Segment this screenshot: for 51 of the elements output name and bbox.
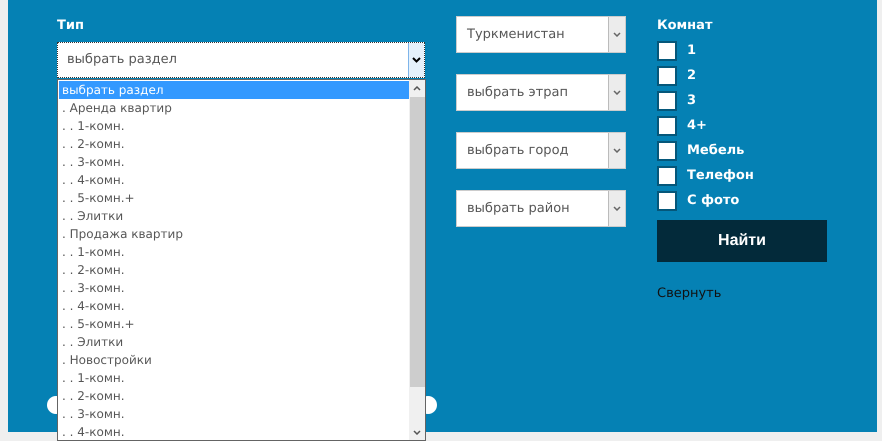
chevron-down-icon[interactable]: [413, 430, 421, 435]
dropdown-option[interactable]: . . 4-комн.: [59, 171, 409, 189]
location-select[interactable]: выбрать этрап: [456, 74, 626, 111]
location-select[interactable]: выбрать город: [456, 132, 626, 169]
checkbox-label: 3: [687, 92, 696, 110]
location-select[interactable]: Туркменистан: [456, 16, 626, 53]
dropdown-option[interactable]: . . 2-комн.: [59, 387, 409, 405]
dropdown-option[interactable]: . Аренда квартир: [59, 99, 409, 117]
dropdown-option[interactable]: . . Элитки: [59, 207, 409, 225]
dropdown-option[interactable]: . . 3-комн.: [59, 279, 409, 297]
location-select[interactable]: выбрать район: [456, 190, 626, 227]
collapse-link[interactable]: Свернуть: [657, 284, 827, 304]
checkbox-label: 2: [687, 66, 696, 85]
checkbox[interactable]: [657, 190, 677, 210]
dropdown-option[interactable]: . . 4-комн.: [59, 297, 409, 315]
checkbox[interactable]: [657, 90, 677, 110]
type-select[interactable]: выбрать раздел: [57, 42, 425, 78]
search-button[interactable]: Найти: [657, 220, 827, 262]
checkbox-label: Телефон: [687, 166, 754, 185]
dropdown-option[interactable]: . . 4-комн.: [59, 423, 409, 441]
dropdown-option[interactable]: . . 5-комн.+: [59, 315, 409, 333]
checkbox-label: 1: [687, 42, 696, 60]
dropdown-option[interactable]: . . 1-комн.: [59, 243, 409, 261]
checkbox-label: 4+: [687, 116, 707, 135]
dropdown-option[interactable]: . . 3-комн.: [59, 405, 409, 423]
checkbox[interactable]: [657, 40, 677, 60]
checkbox-label: Мебель: [687, 142, 744, 160]
checkbox[interactable]: [657, 140, 677, 160]
dropdown-option[interactable]: . . 2-комн.: [59, 135, 409, 153]
dropdown-option[interactable]: . . 1-комн.: [59, 369, 409, 387]
dropdown-option[interactable]: . Новостройки: [59, 351, 409, 369]
chevron-down-icon: [608, 75, 625, 110]
chevron-down-icon: [608, 191, 625, 226]
scrollbar[interactable]: [409, 80, 425, 440]
chevron-up-icon[interactable]: [413, 86, 421, 91]
dropdown-option[interactable]: . . Элитки: [59, 333, 409, 351]
dropdown-option[interactable]: . . 3-комн.: [59, 153, 409, 171]
field-label: Тип: [57, 17, 85, 35]
dropdown-option[interactable]: . Продажа квартир: [59, 225, 409, 243]
checkbox[interactable]: [657, 116, 677, 136]
scrollbar-thumb[interactable]: [410, 97, 424, 387]
chevron-down-icon: [608, 133, 625, 168]
dropdown-option[interactable]: . . 1-комн.: [59, 117, 409, 135]
checkbox[interactable]: [657, 166, 677, 186]
chevron-down-icon: [408, 43, 424, 77]
checkbox-label: С фото: [687, 192, 740, 210]
field-label: Комнат: [657, 17, 714, 35]
checkbox[interactable]: [657, 66, 677, 86]
dropdown-option[interactable]: . . 5-комн.+: [59, 189, 409, 207]
chevron-down-icon: [608, 17, 625, 52]
dropdown-option[interactable]: . . 2-комн.: [59, 261, 409, 279]
